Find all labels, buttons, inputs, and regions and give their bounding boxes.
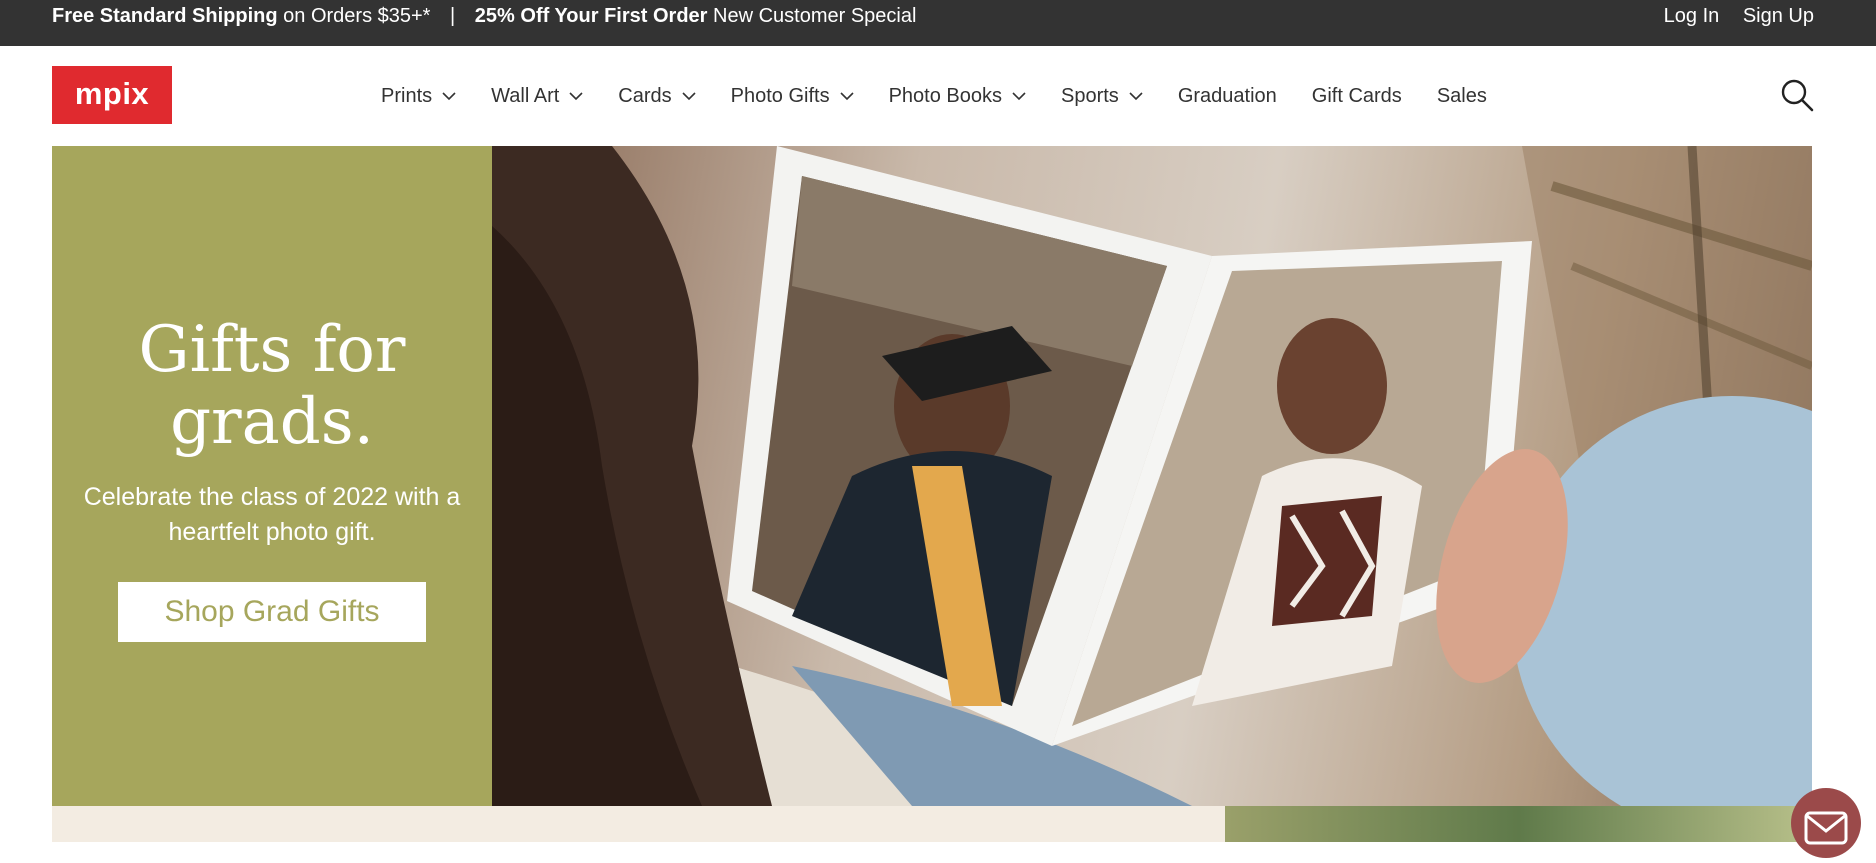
nav-item-sports[interactable]: Sports	[1061, 85, 1143, 108]
nav-item-photo-gifts[interactable]: Photo Gifts	[731, 85, 854, 108]
nav-item-label: Sales	[1436, 84, 1487, 107]
hero-subtitle: Celebrate the class of 2022 with a heart…	[83, 483, 461, 546]
chevron-down-icon	[442, 92, 456, 101]
nav-item-photo-books[interactable]: Photo Books	[889, 85, 1026, 108]
hero-title: Gifts for grads.	[52, 314, 492, 458]
chevron-down-icon	[569, 92, 583, 101]
nav-item-label: Prints	[381, 84, 433, 107]
nav-item-prints[interactable]: Prints	[381, 85, 456, 108]
promo-shipping-bold: Free Standard Shipping	[52, 5, 278, 27]
chevron-down-icon	[682, 92, 696, 101]
promo-shipping-rest: on Orders $35+*	[283, 5, 431, 27]
nav-item-gift-cards[interactable]: Gift Cards	[1312, 85, 1402, 108]
nav-item-cards[interactable]: Cards	[618, 84, 696, 108]
nav-item-label: Photo Books	[888, 84, 1002, 107]
search-icon[interactable]	[1780, 78, 1814, 112]
chevron-down-icon	[1129, 92, 1143, 101]
signup-link[interactable]: Sign Up	[1743, 5, 1814, 27]
promo-tile-1[interactable]	[52, 806, 1225, 842]
promo-discount-bold: 25% Off Your First Order	[474, 5, 708, 27]
promo-text: Free Standard Shipping on Orders $35+* |…	[52, 0, 916, 46]
login-link[interactable]: Log In	[1664, 5, 1720, 27]
promo-tile-2[interactable]	[1225, 806, 1812, 842]
hero-panel: Gifts for grads. Celebrate the class of …	[52, 146, 492, 806]
nav-item-label: Graduation	[1177, 84, 1277, 107]
nav-item-label: Gift Cards	[1311, 84, 1402, 107]
announcement-bar: Free Standard Shipping on Orders $35+* |…	[0, 0, 1876, 46]
account-links: Log In Sign Up	[1646, 0, 1814, 32]
mail-icon	[1804, 811, 1848, 845]
nav-item-label: Cards	[618, 84, 672, 107]
nav-item-graduation[interactable]: Graduation	[1178, 85, 1277, 108]
shop-grad-gifts-button[interactable]: Shop Grad Gifts	[118, 582, 426, 642]
chevron-down-icon	[840, 92, 854, 101]
nav-item-wall-art[interactable]: Wall Art	[491, 85, 583, 108]
hero-title-line1: Gifts for	[138, 313, 406, 387]
promo-discount-rest: New Customer Special	[713, 5, 917, 27]
photo-book-illustration	[492, 146, 1812, 806]
hero-title-line2: grads.	[170, 385, 374, 459]
mpix-logo[interactable]: mpix	[52, 66, 172, 124]
nav-item-label: Photo Gifts	[730, 84, 830, 107]
hero-image[interactable]	[492, 146, 1812, 806]
main-nav: Prints Wall Art Cards Photo Gifts Photo …	[381, 80, 1522, 112]
nav-item-label: Wall Art	[491, 84, 560, 107]
nav-item-label: Sports	[1061, 84, 1119, 107]
chat-button[interactable]	[1791, 788, 1861, 858]
nav-item-sales[interactable]: Sales	[1437, 85, 1487, 108]
promo-separator: |	[450, 5, 456, 27]
chevron-down-icon	[1012, 92, 1026, 101]
